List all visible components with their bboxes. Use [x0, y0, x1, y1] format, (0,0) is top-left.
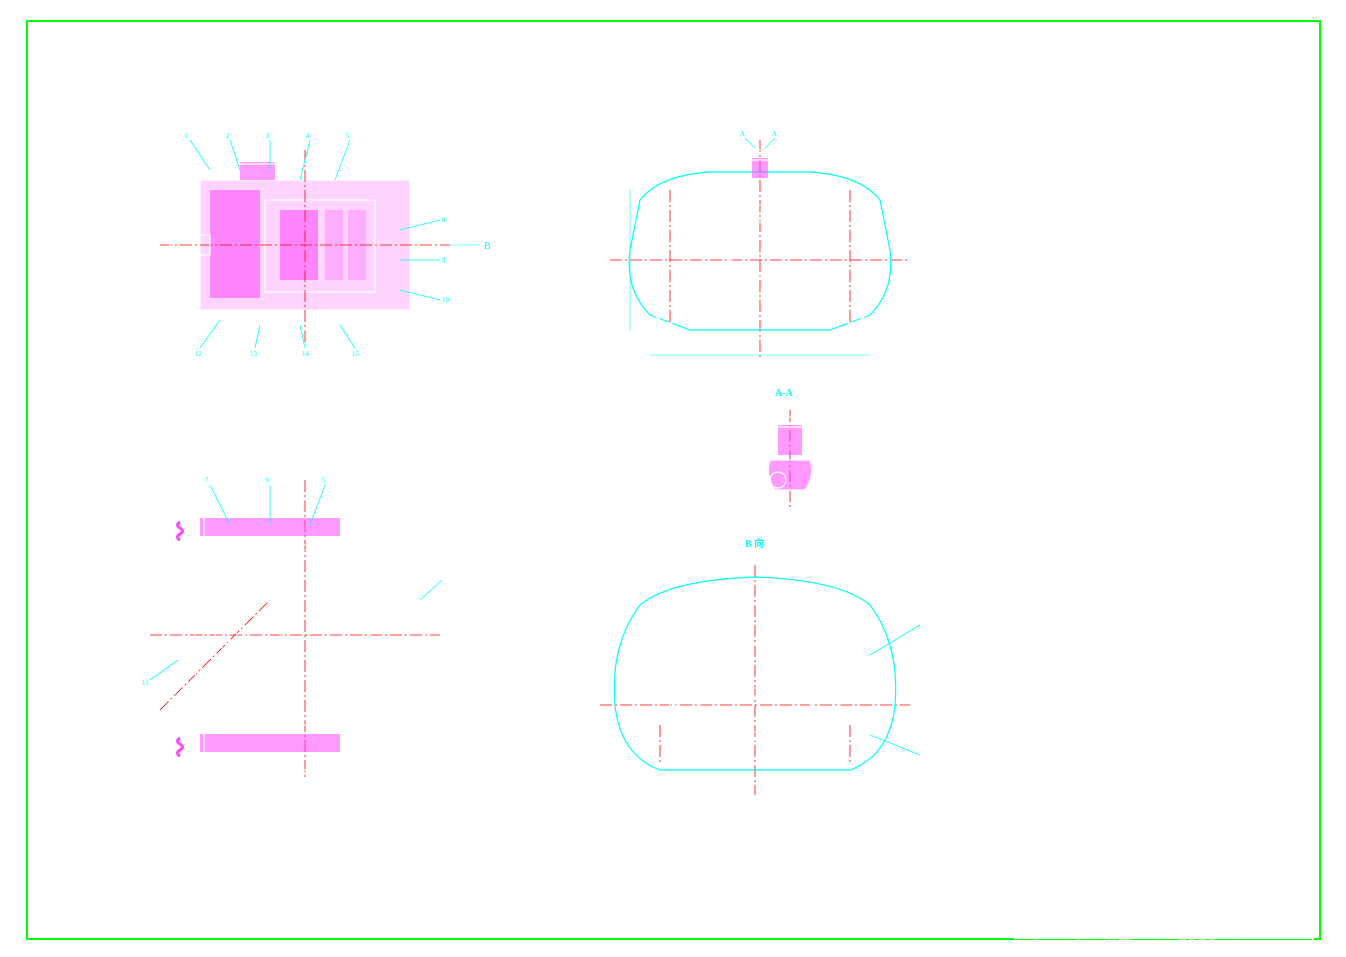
svg-text:11: 11 — [142, 679, 149, 687]
requirements-title: 技术要求 — [1010, 405, 1232, 421]
svg-text:12: 12 — [195, 350, 203, 358]
section-label-aa: A-A — [775, 388, 793, 399]
side-section-bottom-left: 7 6 5 11 — [130, 470, 460, 795]
svg-text:13: 13 — [250, 350, 258, 358]
svg-text:A: A — [772, 130, 777, 138]
bom-row: 2zdq0463-2防尘罩1三元乙丙橡胶 — [1016, 760, 1313, 771]
tech-params-table: 技术参数 缸径φ56mm 衬块面积36mm² 衬块厚度10mm 有效使用厚度9m… — [1124, 22, 1314, 151]
svg-text:4: 4 — [306, 132, 310, 140]
bom-row: 11zdq0463-11外侧制动块总成1 — [1016, 661, 1313, 672]
svg-text:10: 10 — [442, 296, 450, 304]
svg-text:3: 3 — [266, 132, 270, 140]
bom-row: 5zdq0463-5导向销240CrMo — [1016, 727, 1313, 738]
bom-row: 1zdq0463-1制动钳体1KTH370-12 — [1016, 771, 1313, 782]
svg-text:9: 9 — [442, 256, 446, 264]
svg-text:14: 14 — [302, 350, 310, 358]
bom-row: 9zdq0463-9内侧制动块总成1 — [1016, 683, 1313, 694]
section-aa-view — [730, 405, 850, 520]
bom-table: 16zdq0463-16导向片240Cr15zdq0463-15活塞1HT250… — [1014, 604, 1314, 825]
bom-row: 7zdq0463-7放气螺钉罩1三元乙丙橡胶 — [1016, 705, 1313, 716]
bom-row: 10zdq0463-10外侧消音片14Cr14Ni14W2Mo — [1016, 672, 1313, 683]
bom-row: 8zdq0463-8活塞密封圈1三元乙丙橡胶 — [1016, 694, 1313, 705]
technical-requirements: 技术要求 1. 此图为左制动钳总成，右制动钳总成与之对称 2. 装配时在下列部位… — [950, 405, 1232, 568]
section-label-b: B 向 — [745, 535, 764, 550]
bom-row: 3zdq0463-3大端螺栓2Q235 — [1016, 749, 1313, 760]
svg-text:8: 8 — [442, 216, 446, 224]
svg-text:B: B — [484, 241, 491, 252]
svg-text:1: 1 — [185, 132, 189, 140]
bom-row: 12zdq0463-12内侧消音片14Cr14Ni14W2Mo — [1016, 650, 1313, 661]
bom-row: 15zdq0463-15活塞1HT250 — [1016, 617, 1313, 628]
svg-text:6: 6 — [266, 476, 270, 484]
bom-row: 16zdq0463-16导向片240Cr — [1016, 606, 1313, 617]
svg-text:5: 5 — [346, 132, 350, 140]
tech-params-title: 技术参数 — [1125, 23, 1313, 37]
bom-row: 14zdq0463-14活塞防尘罩1三元乙丙橡胶 — [1016, 628, 1313, 639]
front-view-top-right: A A — [580, 130, 940, 385]
svg-text:2: 2 — [226, 132, 230, 140]
svg-text:5: 5 — [322, 476, 326, 484]
svg-text:7: 7 — [205, 476, 209, 484]
section-view-top-left: 1 2 3 4 5 8 9 10 12 13 14 15 B — [140, 130, 500, 375]
title-block: 标记处数分区 更改文件号签名年.月.日 制动钳总成 设计曹俊一 标准化 3020… — [1014, 827, 1314, 939]
bom-row: 13zdq0463-13防尘罩钢丝弹簧挡圈1HT250 — [1016, 639, 1313, 650]
svg-text:A: A — [740, 130, 745, 138]
bom-row: 4zdq0463-4导向销防尘罩2三元乙丙橡胶 — [1016, 738, 1313, 749]
b-direction-view — [570, 555, 940, 810]
bom-row: 6zdq0463-6放气螺钉145钢 — [1016, 716, 1313, 727]
svg-text:15: 15 — [352, 350, 360, 358]
